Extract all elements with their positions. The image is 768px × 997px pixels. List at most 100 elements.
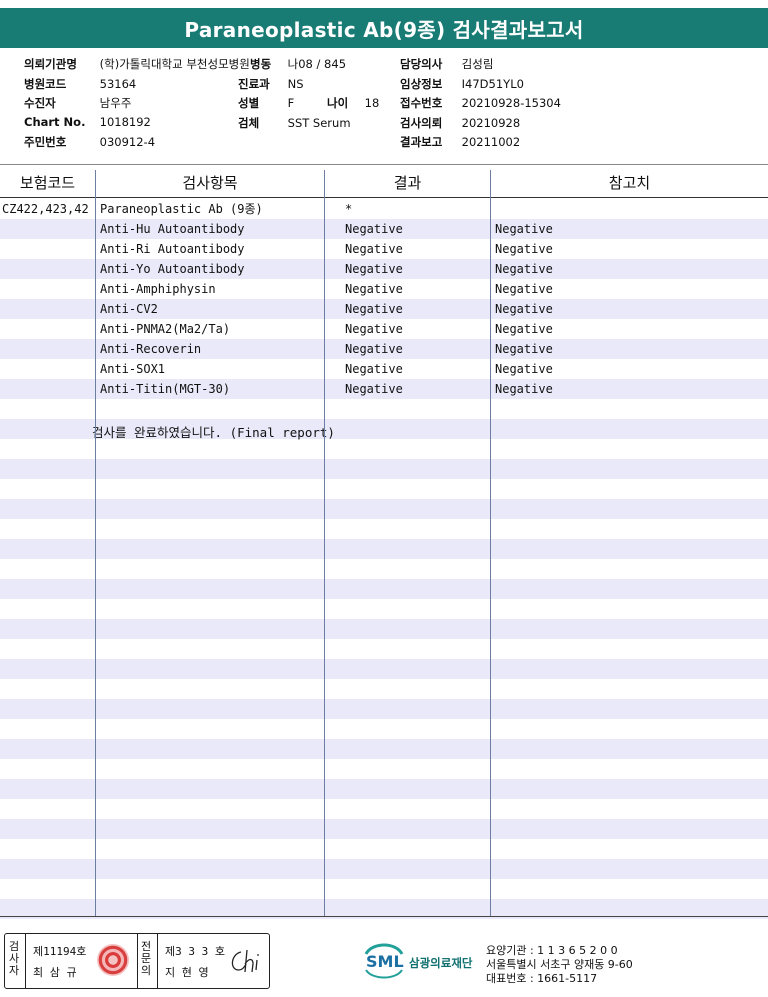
cell-result: Negative [345,322,403,336]
table-row [0,619,768,639]
table-row: Anti-CV2 Negative Negative [0,299,768,319]
table-row [0,539,768,559]
table-row [0,779,768,799]
cell-test-item: Anti-Hu Autoantibody [100,222,245,236]
table-row [0,699,768,719]
meta-accession-no: 접수번호 20210928-15304 [400,96,561,110]
cell-reference: Negative [495,242,553,256]
table-row [0,879,768,899]
cell-insurance-code [2,319,94,339]
cell-result: Negative [345,282,403,296]
signature-icon [231,949,259,973]
final-report-note: 검사를 완료하였습니다. (Final report) [92,425,335,440]
header-test-item: 검사항목 [182,174,238,192]
table-bottom-border [0,916,768,917]
table-row [0,679,768,699]
table-row: Anti-Recoverin Negative Negative [0,339,768,359]
cell-insurance-code: CZ422,423,42 [2,202,89,216]
meta-resident-no: 주민번호 030912-4 [24,135,156,149]
table-header: 보험코드 검사항목 결과 참고치 [0,170,768,198]
meta-doctor: 담당의사 김성림 [400,57,494,71]
cell-result: Negative [345,222,403,236]
meta-patient: 수진자 남우주 [24,96,132,110]
cell-reference: Negative [495,342,553,356]
table-row [0,839,768,859]
organization-name: 삼광의료재단 [409,956,473,970]
cell-insurance-code [2,259,94,279]
cell-test-item: Anti-Titin(MGT-30) [100,382,231,396]
cell-insurance-code [2,299,94,319]
cell-result: Negative [345,262,403,276]
table-row [0,439,768,459]
cell-reference: Negative [495,222,553,236]
cell-insurance-code [2,379,94,399]
examiner-name: 최 삼 규 [33,966,77,979]
report-title: Paraneoplastic Ab(9종) 검사결과보고서 [184,17,584,42]
table-row [0,859,768,879]
table-row: Anti-PNMA2(Ma2/Ta) Negative Negative [0,319,768,339]
column-divider [95,170,96,916]
report-title-bar: Paraneoplastic Ab(9종) 검사결과보고서 [0,8,768,48]
header-result: 결과 [393,174,422,192]
column-divider [324,170,325,916]
specialist-name: 지 현 영 [165,966,209,979]
table-row [0,399,768,419]
cell-test-item: Paraneoplastic Ab (9종) [100,202,263,216]
cell-reference: Negative [495,302,553,316]
meta-hospital-code: 병원코드 53164 [24,77,137,91]
cell-result: Negative [345,342,403,356]
column-divider [490,170,491,916]
cell-reference [495,199,765,219]
cell-test-item: Anti-Ri Autoantibody [100,242,245,256]
meta-age: 나이 18 [327,96,380,110]
examiner-label: 검사자 [8,940,20,977]
cell-insurance-code [2,239,94,259]
cell-result: Negative [345,382,403,396]
cell-insurance-code [2,359,94,379]
examiner-license-no: 제11194호 [33,945,87,958]
cell-test-item: Anti-PNMA2(Ma2/Ta) [100,322,231,336]
cell-insurance-code [2,219,94,239]
box-divider [25,934,26,988]
meta-requesting-institution: 의뢰기관명 (학)가톨릭대학교 부천성모병원 [24,57,250,71]
table-row: CZ422,423,42 Paraneoplastic Ab (9종) * [0,199,768,219]
table-row [0,799,768,819]
meta-ward: 병동 나08 / 845 [250,57,347,71]
box-divider [157,934,158,988]
meta-department: 진료과 NS [238,77,304,91]
cell-test-item: Anti-Amphiphysin [100,282,216,296]
meta-sex: 성별 F [238,96,295,110]
cell-reference: Negative [495,362,553,376]
signature-box: 검사자 제11194호 최 삼 규 전문의 제3 3 3 호 지 현 영 [4,933,270,989]
table-row [0,719,768,739]
table-row [0,519,768,539]
cell-test-item: Anti-SOX1 [100,362,166,376]
table-row [0,739,768,759]
cell-result: Negative [345,302,403,316]
cell-result: * [345,202,353,216]
examiner-seal-icon [97,944,129,976]
cell-reference: Negative [495,322,553,336]
specialist-label: 전문의 [140,940,152,977]
cell-test-item: Anti-Recoverin [100,342,202,356]
table-row: Anti-Yo Autoantibody Negative Negative [0,259,768,279]
footer-phone: 대표번호 : 1661-5117 [486,972,598,985]
table-row: Anti-Ri Autoantibody Negative Negative [0,239,768,259]
header-insurance-code: 보험코드 [19,174,76,192]
meta-chart-no: Chart No. 1018192 [24,115,151,129]
table-row: Anti-Titin(MGT-30) Negative Negative [0,379,768,399]
cell-insurance-code [2,279,94,299]
cell-result: Negative [345,242,403,256]
meta-report-date: 결과보고 20211002 [400,135,521,149]
header-reference: 참고치 [608,174,651,192]
table-row: Anti-SOX1 Negative Negative [0,359,768,379]
cell-test-item: Anti-Yo Autoantibody [100,262,245,276]
header-separator [0,164,768,165]
meta-request-date: 검사의뢰 20210928 [400,116,521,130]
cell-reference: Negative [495,262,553,276]
meta-clinical-info: 임상정보 I47D51YL0 [400,77,524,91]
cell-insurance-code [2,339,94,359]
cell-result: Negative [345,362,403,376]
box-divider [137,934,138,988]
cell-reference: Negative [495,382,553,396]
